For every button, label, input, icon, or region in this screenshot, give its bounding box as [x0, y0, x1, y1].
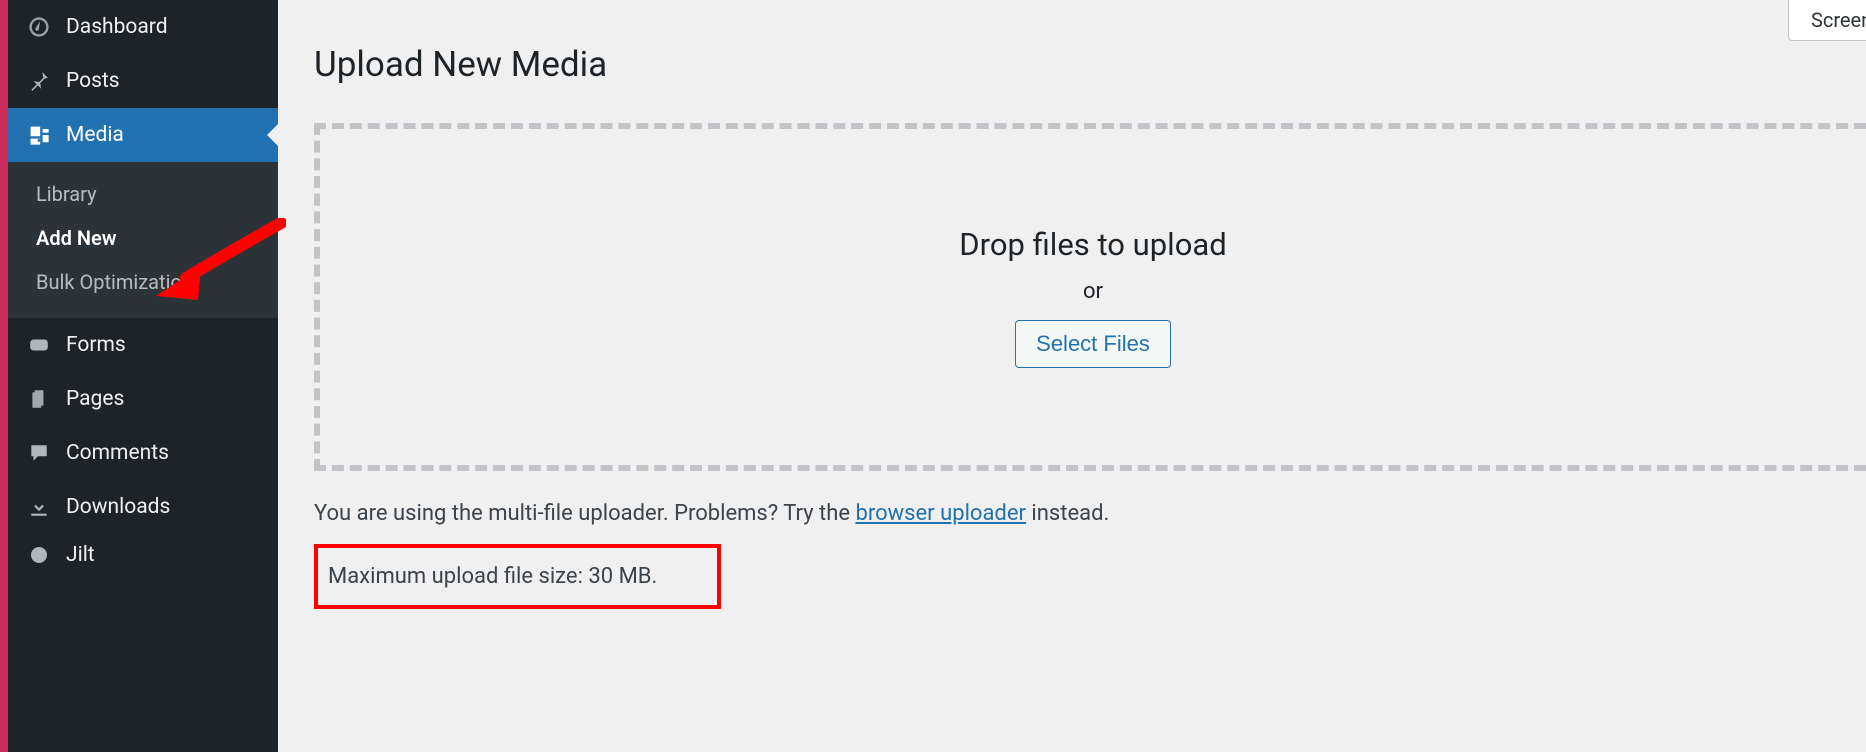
screen-options-label: Screen Options: [1811, 8, 1866, 32]
media-submenu: Library Add New Bulk Optimization: [8, 162, 278, 318]
sidebar-item-comments[interactable]: Comments: [8, 426, 278, 480]
sidebar-item-label: Media: [66, 123, 124, 147]
sidebar-item-posts[interactable]: Posts: [8, 54, 278, 108]
submenu-item-label: Add New: [36, 226, 117, 250]
page-title: Upload New Media: [314, 44, 1866, 85]
sidebar-item-label: Posts: [66, 69, 120, 93]
download-icon: [26, 494, 52, 520]
forms-icon: [26, 332, 52, 358]
submenu-item-bulk-optimization[interactable]: Bulk Optimization: [8, 260, 278, 304]
uploader-note-suffix: instead.: [1026, 501, 1109, 526]
comments-icon: [26, 440, 52, 466]
sidebar-item-label: Jilt: [66, 543, 95, 567]
sidebar-item-label: Comments: [66, 441, 169, 465]
jilt-icon: [26, 542, 52, 568]
max-upload-size-annotation: Maximum upload file size: 30 MB.: [314, 544, 721, 609]
media-icon: [26, 122, 52, 148]
screen-options-tab[interactable]: Screen Options: [1788, 0, 1866, 41]
dropzone-title: Drop files to upload: [959, 226, 1226, 263]
submenu-item-add-new[interactable]: Add New: [8, 216, 278, 260]
pin-icon: [26, 68, 52, 94]
uploader-note: You are using the multi-file uploader. P…: [314, 497, 1866, 530]
uploader-note-prefix: You are using the multi-file uploader. P…: [314, 501, 855, 526]
submenu-item-label: Bulk Optimization: [36, 270, 193, 294]
sidebar-item-jilt[interactable]: Jilt: [8, 534, 278, 570]
main-content: Screen Options Upload New Media Drop fil…: [278, 0, 1866, 752]
dashboard-icon: [26, 14, 52, 40]
pages-icon: [26, 386, 52, 412]
sidebar-item-dashboard[interactable]: Dashboard: [8, 0, 278, 54]
submenu-item-label: Library: [36, 182, 97, 206]
sidebar-item-media[interactable]: Media: [8, 108, 278, 162]
sidebar-item-forms[interactable]: Forms: [8, 318, 278, 372]
browser-uploader-link[interactable]: browser uploader: [855, 501, 1025, 526]
max-upload-size-text: Maximum upload file size: 30 MB.: [328, 564, 657, 589]
sidebar-item-label: Pages: [66, 387, 124, 411]
sidebar-item-downloads[interactable]: Downloads: [8, 480, 278, 534]
dropzone-or: or: [1083, 279, 1103, 304]
select-files-button[interactable]: Select Files: [1015, 320, 1171, 368]
sidebar-item-label: Downloads: [66, 495, 170, 519]
admin-sidebar: Dashboard Posts Media Library Add New Bu…: [0, 0, 278, 752]
submenu-item-library[interactable]: Library: [8, 172, 278, 216]
upload-dropzone[interactable]: Drop files to upload or Select Files: [314, 123, 1866, 471]
sidebar-item-label: Forms: [66, 333, 126, 357]
sidebar-item-pages[interactable]: Pages: [8, 372, 278, 426]
sidebar-item-label: Dashboard: [66, 15, 168, 39]
